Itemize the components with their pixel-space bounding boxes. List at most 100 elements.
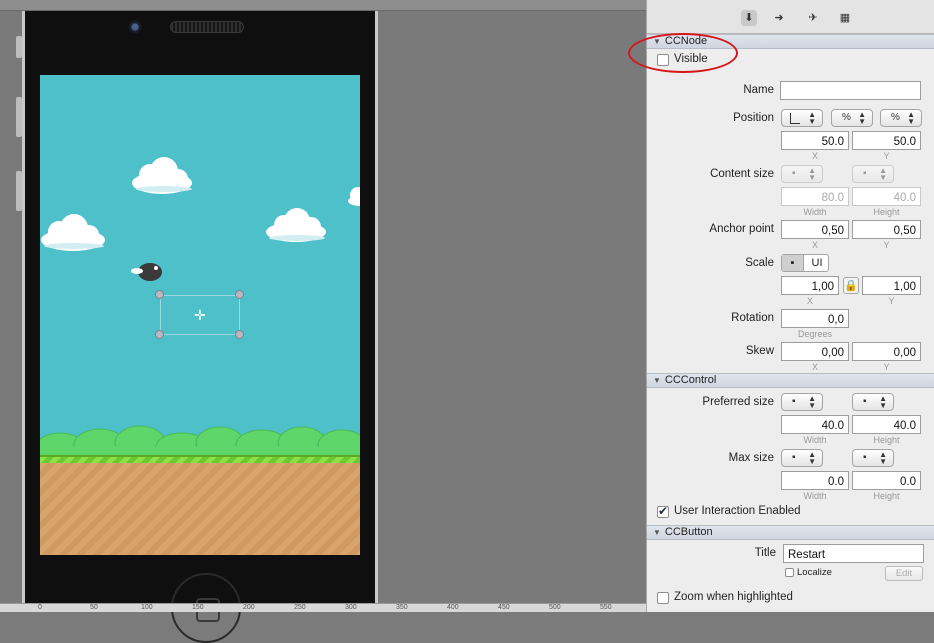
position-reference-corner-popup[interactable]: ▲ ▼	[781, 109, 823, 127]
height-caption: Height	[873, 491, 900, 501]
localize-label: Localize	[797, 567, 832, 578]
height-caption: Height	[873, 207, 900, 217]
user-interaction-label: User Interaction Enabled	[674, 505, 801, 517]
preferred-height-unit-popup[interactable]: ▪ ▲ ▼	[852, 393, 894, 411]
section-title: CCButton	[664, 526, 713, 538]
user-interaction-checkbox[interactable]	[657, 504, 669, 518]
width-caption: Width	[803, 491, 827, 501]
scale-x-field[interactable]	[781, 276, 839, 295]
position-y-field[interactable]	[852, 131, 921, 150]
scale-y-field[interactable]	[862, 276, 921, 295]
scale-ui-segment[interactable]: UI	[805, 255, 829, 271]
zoom-when-highlighted-checkbox[interactable]	[657, 592, 669, 604]
max-width-unit-popup[interactable]: ▪ ▲ ▼	[781, 449, 823, 467]
ruler-tick-label: 150	[192, 604, 204, 611]
popup-arrows-icon: ▲ ▼	[858, 110, 866, 126]
y-caption: Y	[883, 151, 890, 161]
popup-value: %	[842, 112, 851, 123]
anchor-x-field[interactable]	[781, 220, 849, 239]
editor-canvas[interactable]: ✛ 0 50 100 150 200 250 300 350 400 450 5…	[0, 0, 646, 643]
title-field[interactable]	[783, 544, 924, 563]
resize-handle-bottom-right[interactable]	[235, 330, 244, 339]
ruler-tick-label: 100	[141, 604, 153, 611]
max-height-unit-popup[interactable]: ▪ ▲ ▼	[852, 449, 894, 467]
horizontal-ruler: 0 50 100 150 200 250 300 350 400 450 500…	[0, 603, 646, 612]
skew-x-field[interactable]	[781, 342, 849, 361]
canvas-top-edge	[0, 0, 646, 11]
scale-label: Scale	[745, 257, 774, 269]
name-field[interactable]	[780, 81, 921, 100]
content-height-unit-popup: ▪ ▲ ▼	[852, 165, 894, 183]
popup-value: ▪	[792, 168, 796, 179]
x-caption: X	[811, 240, 818, 250]
skew-label: Skew	[745, 345, 774, 357]
scale-points-segment[interactable]: ▪	[782, 255, 804, 271]
anchor-point-label: Anchor point	[709, 223, 774, 235]
skew-y-field[interactable]	[852, 342, 921, 361]
ccbutton-section-header[interactable]: ▼ CCButton	[647, 525, 934, 540]
ruler-tick-label: 0	[38, 604, 42, 611]
disclosure-triangle-icon[interactable]: ▼	[653, 376, 661, 385]
code-connections-icon[interactable]: ➜	[771, 10, 787, 26]
localize-checkbox[interactable]	[785, 568, 794, 577]
popup-value: ▪	[863, 396, 867, 407]
max-width-field[interactable]	[781, 471, 849, 490]
popup-arrows-icon: ▲ ▼	[808, 450, 816, 466]
x-caption: X	[806, 296, 813, 306]
width-caption: Width	[803, 435, 827, 445]
popup-value: ▪	[792, 396, 796, 407]
inspector-panel: ⬇ ➜ ✈ ▦ ▼ CCNode Visible Name Position ▲ ▼…	[646, 0, 934, 612]
cccontrol-section-header[interactable]: ▼ CCControl	[647, 373, 934, 388]
resize-handle-top-right[interactable]	[235, 290, 244, 299]
popup-value: ▪	[792, 452, 796, 463]
ruler-tick-label: 500	[549, 604, 561, 611]
properties-icon[interactable]: ⬇	[741, 10, 757, 26]
degrees-caption: Degrees	[797, 329, 833, 339]
resize-handle-top-left[interactable]	[155, 290, 164, 299]
y-caption: Y	[883, 240, 890, 250]
max-height-field[interactable]	[852, 471, 921, 490]
rotation-field[interactable]	[781, 309, 849, 328]
content-size-label: Content size	[710, 168, 774, 180]
annotation-ellipse	[628, 33, 738, 73]
max-size-label: Max size	[728, 452, 774, 464]
anchor-y-field[interactable]	[852, 220, 921, 239]
ruler-tick-label: 300	[345, 604, 357, 611]
preferred-height-field[interactable]	[852, 415, 921, 434]
popup-value: ▪	[863, 452, 867, 463]
position-x-unit-popup[interactable]: % ▲ ▼	[831, 109, 873, 127]
lock-icon[interactable]: 🔒	[843, 277, 859, 294]
popup-arrows-icon: ▲ ▼	[879, 450, 887, 466]
edit-button[interactable]: Edit	[885, 566, 923, 581]
popup-arrows-icon: ▲ ▼	[879, 394, 887, 410]
position-y-unit-popup[interactable]: % ▲ ▼	[880, 109, 922, 127]
ruler-tick-label: 50	[90, 604, 98, 611]
position-x-field[interactable]	[781, 131, 849, 150]
popup-arrows-icon: ▲ ▼	[808, 166, 816, 182]
scale-type-segmented-control[interactable]: ▪ UI	[781, 254, 829, 272]
y-caption: Y	[883, 362, 890, 372]
popup-arrows-icon: ▲ ▼	[907, 110, 915, 126]
popup-value: ▪	[863, 168, 867, 179]
resize-handle-bottom-left[interactable]	[155, 330, 164, 339]
preferred-width-unit-popup[interactable]: ▪ ▲ ▼	[781, 393, 823, 411]
templates-icon[interactable]: ▦	[837, 10, 853, 26]
device-camera	[127, 19, 143, 35]
content-height-field	[852, 187, 921, 206]
disclosure-triangle-icon[interactable]: ▼	[653, 528, 661, 537]
preferred-size-label: Preferred size	[702, 396, 774, 408]
selection-box[interactable]: ✛	[160, 295, 240, 335]
ruler-tick-label: 550	[600, 604, 612, 611]
popup-arrows-icon: ▲ ▼	[808, 394, 816, 410]
content-width-unit-popup: ▪ ▲ ▼	[781, 165, 823, 183]
rotation-label: Rotation	[731, 312, 774, 324]
preferred-width-field[interactable]	[781, 415, 849, 434]
zoom-when-highlighted-label: Zoom when highlighted	[674, 591, 793, 603]
height-caption: Height	[873, 435, 900, 445]
move-cross-icon[interactable]: ✛	[194, 308, 206, 322]
physics-icon[interactable]: ✈	[805, 10, 821, 26]
popup-value: %	[891, 112, 900, 123]
title-label: Title	[754, 547, 776, 559]
width-caption: Width	[803, 207, 827, 217]
corner-icon	[790, 113, 800, 124]
